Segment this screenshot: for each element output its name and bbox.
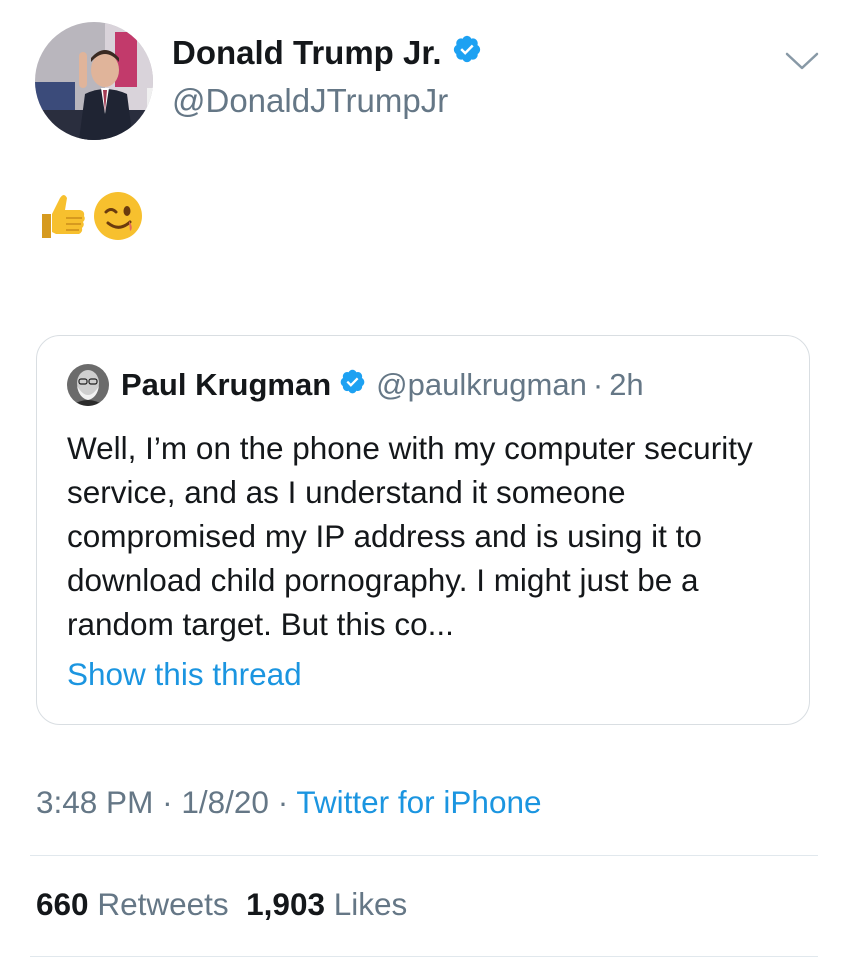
- retweets-count: 660: [36, 886, 89, 922]
- tweet-date[interactable]: 1/8/20: [181, 784, 269, 820]
- thumbs-up-icon: [36, 190, 88, 242]
- quoted-tweet-text: Well, I’m on the phone with my computer …: [67, 430, 753, 642]
- chevron-down-icon[interactable]: [783, 48, 821, 74]
- tweet-stats: 660 Retweets 1,903 Likes: [36, 886, 407, 923]
- quoted-author-name: Paul Krugman: [121, 367, 332, 402]
- likes-label: Likes: [333, 886, 408, 922]
- tweet-text: [36, 190, 144, 242]
- tweet-time[interactable]: 3:48 PM: [36, 784, 153, 820]
- quoted-tweet-card[interactable]: Paul Krugman @paulkrugman · 2h Well, I’m…: [36, 335, 810, 725]
- meta-separator: ·: [162, 784, 173, 820]
- author-name[interactable]: Donald Trump Jr.: [172, 34, 482, 72]
- quoted-author-handle: @paulkrugman: [376, 367, 587, 402]
- winking-face-icon: [92, 190, 144, 242]
- author-name-text: Donald Trump Jr.: [172, 34, 442, 71]
- divider: [30, 956, 818, 957]
- tweet-meta: 3:48 PM · 1/8/20 · Twitter for iPhone: [36, 784, 542, 821]
- likes-stat[interactable]: 1,903 Likes: [246, 886, 407, 922]
- meta-separator: ·: [277, 784, 289, 820]
- divider: [30, 855, 818, 856]
- quoted-author-avatar: [67, 364, 109, 406]
- show-thread-link[interactable]: Show this thread: [67, 656, 302, 693]
- quoted-tweet-header: Paul Krugman @paulkrugman · 2h: [67, 364, 644, 406]
- tweet-source-link[interactable]: Twitter for iPhone: [296, 784, 541, 820]
- verified-badge-icon: [452, 34, 482, 72]
- likes-count: 1,903: [246, 886, 325, 922]
- retweets-label: Retweets: [97, 886, 229, 922]
- retweets-stat[interactable]: 660 Retweets: [36, 886, 229, 922]
- quoted-separator: ·: [592, 367, 604, 402]
- verified-badge-icon: [339, 367, 366, 403]
- quoted-timestamp: 2h: [609, 367, 644, 402]
- author-avatar[interactable]: [35, 22, 153, 140]
- author-handle[interactable]: @DonaldJTrumpJr: [172, 82, 448, 120]
